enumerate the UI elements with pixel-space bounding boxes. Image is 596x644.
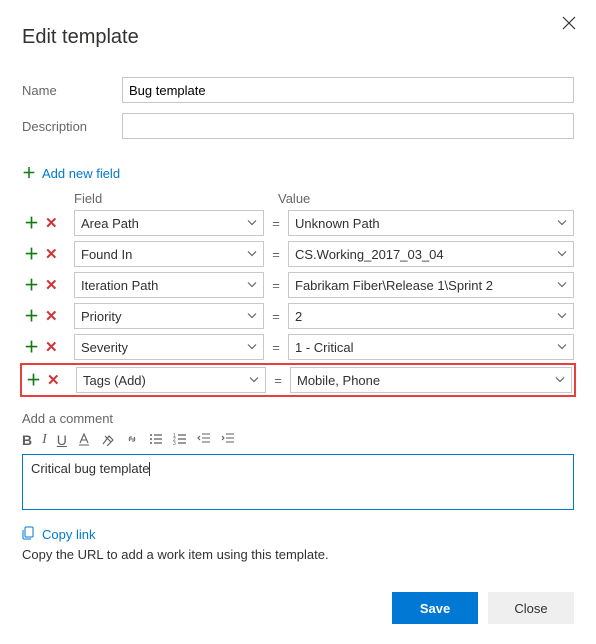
copy-link-button[interactable]: Copy link bbox=[22, 526, 95, 543]
chevron-down-icon bbox=[247, 342, 257, 353]
value-select[interactable]: Unknown Path bbox=[288, 210, 574, 236]
add-row-button[interactable]: ＋ bbox=[24, 309, 39, 324]
description-label: Description bbox=[22, 119, 122, 134]
add-new-field-label: Add new field bbox=[42, 166, 120, 181]
add-row-button[interactable]: ＋ bbox=[24, 216, 39, 231]
plus-icon: ＋ bbox=[22, 163, 36, 183]
font-style-button[interactable] bbox=[77, 432, 91, 448]
value-select-value: Unknown Path bbox=[295, 216, 380, 231]
value-select-value: Fabrikam Fiber\Release 1\Sprint 2 bbox=[295, 278, 493, 293]
field-row: ＋ ✕ Severity = 1 - Critical bbox=[22, 334, 574, 360]
clear-format-button[interactable] bbox=[101, 432, 115, 448]
field-select[interactable]: Iteration Path bbox=[74, 272, 264, 298]
remove-row-button[interactable]: ✕ bbox=[45, 278, 58, 293]
field-select-value: Found In bbox=[81, 247, 132, 262]
field-select-value: Tags (Add) bbox=[83, 373, 146, 388]
add-new-field-button[interactable]: ＋ Add new field bbox=[22, 163, 120, 183]
add-row-button[interactable]: ＋ bbox=[24, 247, 39, 262]
italic-button[interactable]: I bbox=[42, 433, 47, 447]
value-select[interactable]: 2 bbox=[288, 303, 574, 329]
chevron-down-icon bbox=[555, 375, 565, 386]
svg-text:3: 3 bbox=[173, 441, 176, 446]
copy-link-label: Copy link bbox=[42, 527, 95, 542]
rich-text-toolbar: B I U 123 bbox=[22, 430, 574, 450]
comment-input[interactable]: Critical bug template bbox=[22, 454, 574, 510]
bullet-list-button[interactable] bbox=[149, 432, 163, 448]
add-row-button[interactable]: ＋ bbox=[24, 278, 39, 293]
value-select[interactable]: 1 - Critical bbox=[288, 334, 574, 360]
equals-label: = bbox=[264, 309, 288, 324]
equals-label: = bbox=[266, 373, 290, 388]
chevron-down-icon bbox=[557, 249, 567, 260]
chevron-down-icon bbox=[247, 249, 257, 260]
value-select-value: 1 - Critical bbox=[295, 340, 354, 355]
field-select-value: Severity bbox=[81, 340, 128, 355]
chevron-down-icon bbox=[247, 280, 257, 291]
add-row-button[interactable]: ＋ bbox=[26, 373, 41, 388]
header-field: Field bbox=[74, 191, 278, 206]
underline-button[interactable]: U bbox=[57, 433, 67, 447]
remove-row-button[interactable]: ✕ bbox=[45, 309, 58, 324]
field-select-value: Priority bbox=[81, 309, 121, 324]
value-select[interactable]: CS.Working_2017_03_04 bbox=[288, 241, 574, 267]
value-select-value: CS.Working_2017_03_04 bbox=[295, 247, 444, 262]
chevron-down-icon bbox=[557, 342, 567, 353]
field-select[interactable]: Tags (Add) bbox=[76, 367, 266, 393]
field-row: ＋ ✕ Priority = 2 bbox=[22, 303, 574, 329]
close-button[interactable]: Close bbox=[488, 592, 574, 624]
page-title: Edit template bbox=[22, 26, 574, 49]
save-button[interactable]: Save bbox=[392, 592, 478, 624]
copy-link-help: Copy the URL to add a work item using th… bbox=[22, 547, 574, 562]
equals-label: = bbox=[264, 340, 288, 355]
value-select-value: 2 bbox=[295, 309, 302, 324]
description-input[interactable] bbox=[122, 113, 574, 139]
field-headers: Field Value bbox=[74, 191, 574, 206]
outdent-button[interactable] bbox=[197, 432, 211, 448]
copy-icon bbox=[22, 526, 36, 543]
field-row: ＋ ✕ Area Path = Unknown Path bbox=[22, 210, 574, 236]
comment-label: Add a comment bbox=[22, 411, 574, 426]
field-row: ＋ ✕ Found In = CS.Working_2017_03_04 bbox=[22, 241, 574, 267]
close-icon[interactable] bbox=[558, 12, 580, 38]
chevron-down-icon bbox=[247, 311, 257, 322]
remove-row-button[interactable]: ✕ bbox=[47, 373, 60, 388]
field-select[interactable]: Priority bbox=[74, 303, 264, 329]
chevron-down-icon bbox=[249, 375, 259, 386]
indent-button[interactable] bbox=[221, 432, 235, 448]
chevron-down-icon bbox=[557, 311, 567, 322]
bold-button[interactable]: B bbox=[22, 433, 32, 447]
value-select-value: Mobile, Phone bbox=[297, 373, 380, 388]
equals-label: = bbox=[264, 278, 288, 293]
remove-row-button[interactable]: ✕ bbox=[45, 216, 58, 231]
field-row: ＋ ✕ Tags (Add) = Mobile, Phone bbox=[20, 363, 576, 397]
chevron-down-icon bbox=[247, 218, 257, 229]
comment-text: Critical bug template bbox=[31, 461, 150, 476]
header-value: Value bbox=[278, 191, 574, 206]
field-select[interactable]: Area Path bbox=[74, 210, 264, 236]
field-select-value: Area Path bbox=[81, 216, 139, 231]
value-select[interactable]: Mobile, Phone bbox=[290, 367, 572, 393]
equals-label: = bbox=[264, 216, 288, 231]
chevron-down-icon bbox=[557, 218, 567, 229]
chevron-down-icon bbox=[557, 280, 567, 291]
add-row-button[interactable]: ＋ bbox=[24, 340, 39, 355]
number-list-button[interactable]: 123 bbox=[173, 432, 187, 448]
field-row: ＋ ✕ Iteration Path = Fabrikam Fiber\Release … bbox=[22, 272, 574, 298]
value-select[interactable]: Fabrikam Fiber\Release 1\Sprint 2 bbox=[288, 272, 574, 298]
field-select[interactable]: Found In bbox=[74, 241, 264, 267]
field-select[interactable]: Severity bbox=[74, 334, 264, 360]
remove-row-button[interactable]: ✕ bbox=[45, 247, 58, 262]
field-select-value: Iteration Path bbox=[81, 278, 158, 293]
name-input[interactable] bbox=[122, 77, 574, 103]
link-button[interactable] bbox=[125, 432, 139, 448]
remove-row-button[interactable]: ✕ bbox=[45, 340, 58, 355]
equals-label: = bbox=[264, 247, 288, 262]
name-label: Name bbox=[22, 83, 122, 98]
